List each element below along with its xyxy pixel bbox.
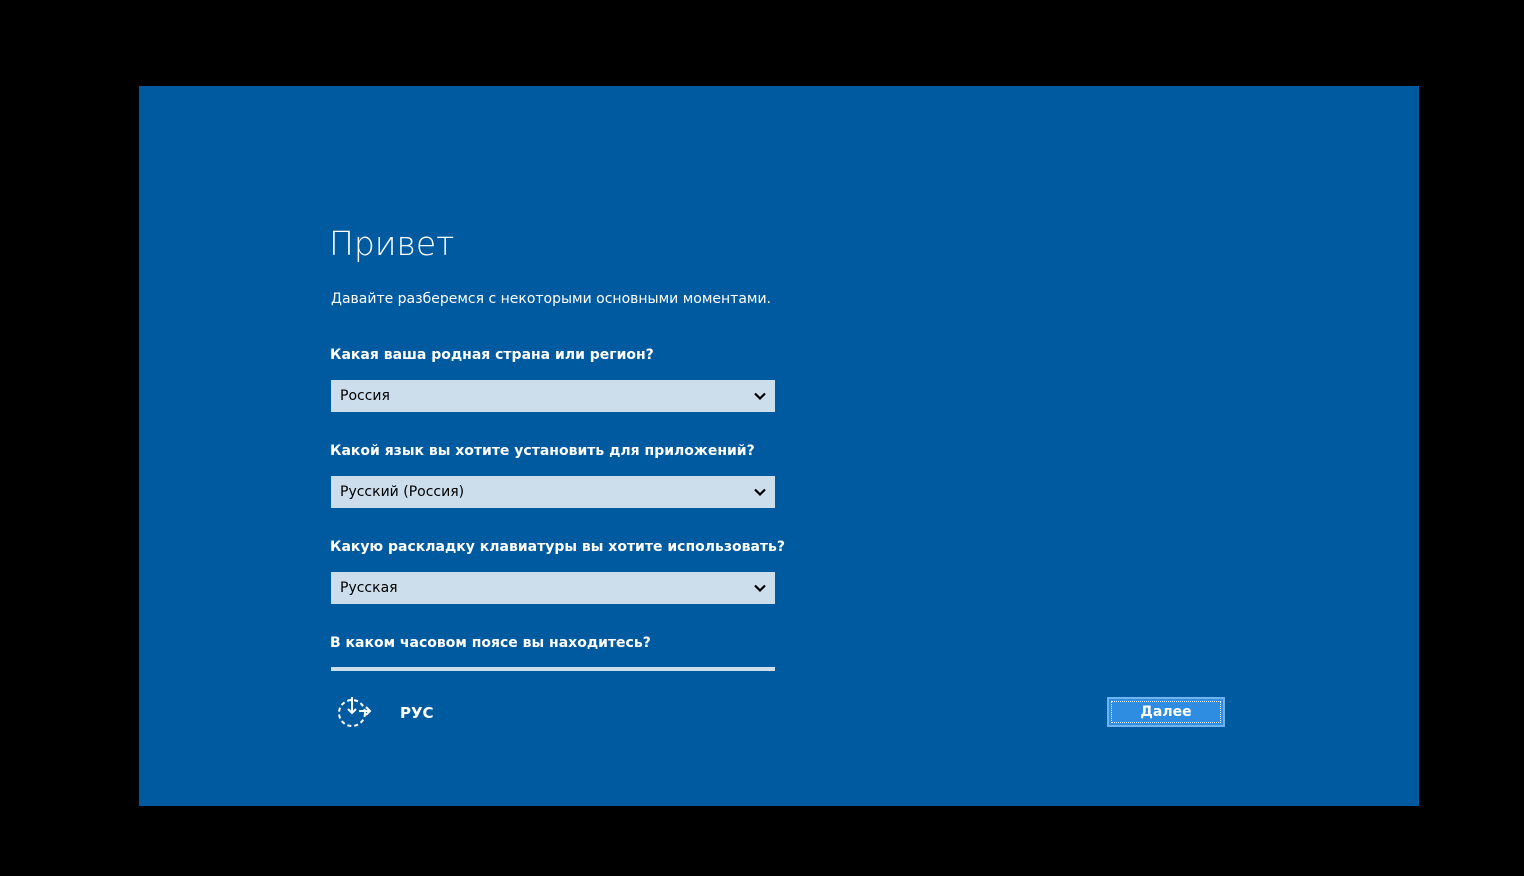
keyboard-label: Какую раскладку клавиатуры вы хотите исп…	[330, 539, 785, 555]
ease-of-access-icon[interactable]	[335, 695, 373, 729]
language-indicator[interactable]: РУС	[400, 703, 434, 723]
region-select[interactable]: Россия	[331, 380, 775, 412]
chevron-down-icon	[754, 392, 766, 401]
next-button[interactable]: Далее	[1107, 697, 1225, 727]
next-button-label: Далее	[1140, 704, 1192, 720]
app-language-label: Какой язык вы хотите установить для прил…	[330, 443, 755, 459]
app-language-select-value: Русский (Россия)	[340, 484, 465, 500]
timezone-select[interactable]	[331, 667, 775, 671]
keyboard-select-value: Русская	[340, 580, 398, 596]
chevron-down-icon	[754, 488, 766, 497]
app-language-select[interactable]: Русский (Россия)	[331, 476, 775, 508]
setup-screen: Привет Давайте разберемся с некоторыми о…	[139, 86, 1419, 806]
keyboard-select[interactable]: Русская	[331, 572, 775, 604]
page-title: Привет	[329, 224, 455, 263]
region-select-value: Россия	[340, 388, 390, 404]
timezone-label: В каком часовом поясе вы находитесь?	[330, 635, 651, 651]
page-subtitle: Давайте разберемся с некоторыми основным…	[331, 291, 772, 307]
chevron-down-icon	[754, 584, 766, 593]
region-label: Какая ваша родная страна или регион?	[330, 347, 654, 363]
